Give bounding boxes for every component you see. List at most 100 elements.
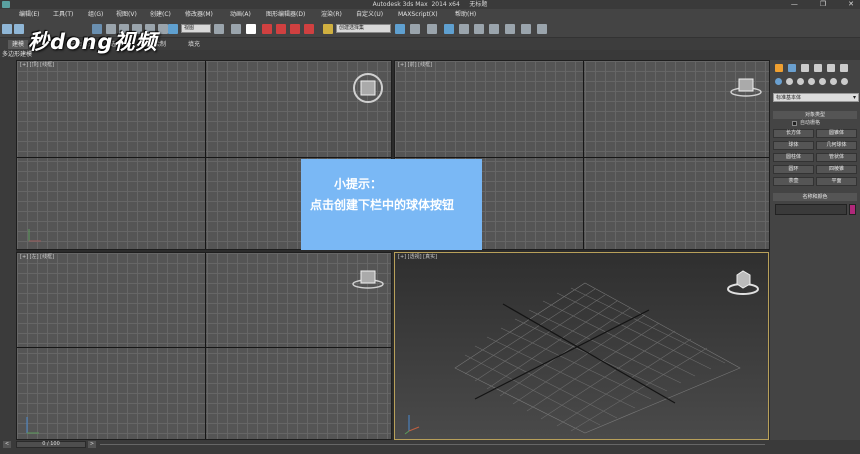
tab-modeling[interactable]: 建模: [8, 40, 29, 49]
hierarchy-tab-icon[interactable]: [801, 64, 809, 72]
menu-views[interactable]: 视图(V): [116, 9, 137, 21]
autogrid-label: 自动栅格: [800, 120, 821, 126]
grid-axis-z: [205, 253, 206, 439]
layer-icon[interactable]: [427, 24, 437, 34]
snap-3d-icon[interactable]: [262, 24, 272, 34]
render-setup-icon[interactable]: [505, 24, 515, 34]
edit-named-sel-icon[interactable]: [323, 24, 333, 34]
viewcube-left-icon[interactable]: [351, 267, 385, 291]
menu-group[interactable]: 组(G): [88, 9, 103, 21]
time-slider-prev[interactable]: <: [3, 441, 11, 448]
primitive-type-select[interactable]: 标准基本体 ▾: [773, 93, 859, 102]
viewcube-top-icon[interactable]: [351, 71, 385, 105]
spinner-snap-icon[interactable]: [304, 24, 314, 34]
schematic-icon[interactable]: [474, 24, 484, 34]
cone-button[interactable]: 圆锥体: [816, 129, 857, 138]
viewport-top-label[interactable]: [+] [顶] [线框]: [20, 62, 54, 69]
align-icon[interactable]: [410, 24, 420, 34]
angle-snap-icon[interactable]: [276, 24, 286, 34]
object-type-rollout[interactable]: 对象类型: [773, 111, 857, 119]
geometry-icon[interactable]: [775, 78, 782, 85]
scale-icon[interactable]: [168, 24, 178, 34]
time-slider[interactable]: 0 / 100: [16, 441, 86, 448]
lights-icon[interactable]: [797, 78, 804, 85]
rotate-icon[interactable]: [158, 24, 168, 34]
named-selection-select[interactable]: 创建选择集: [336, 24, 391, 33]
name-color-rollout[interactable]: 名称和颜色: [773, 193, 857, 201]
redo-icon[interactable]: [14, 24, 24, 34]
axis-tripod-icon: [28, 229, 41, 242]
viewport-front-label[interactable]: [+] [前] [线框]: [398, 62, 432, 69]
geosphere-button[interactable]: 几何球体: [816, 141, 857, 150]
menu-maxscript[interactable]: MAXScript(X): [398, 9, 438, 21]
teapot-button[interactable]: 茶壶: [773, 177, 814, 186]
viewcube-perspective-icon[interactable]: [725, 267, 761, 297]
menu-modifiers[interactable]: 修改器(M): [185, 9, 213, 21]
restore-button[interactable]: ❐: [820, 0, 826, 9]
watermark-logo: 秒dong视频: [28, 30, 158, 54]
manipulate-icon[interactable]: [246, 24, 256, 34]
helpers-icon[interactable]: [819, 78, 826, 85]
tube-button[interactable]: 管状体: [816, 153, 857, 162]
menu-help[interactable]: 帮助(H): [455, 9, 476, 21]
render-icon[interactable]: [537, 24, 547, 34]
viewcube-front-icon[interactable]: [729, 75, 763, 99]
material-editor-icon[interactable]: [489, 24, 499, 34]
close-button[interactable]: ✕: [848, 0, 854, 9]
autogrid-checkbox[interactable]: [792, 121, 797, 126]
cylinder-button[interactable]: 圆柱体: [773, 153, 814, 162]
menu-animation[interactable]: 动画(A): [230, 9, 251, 21]
torus-button[interactable]: 圆环: [773, 165, 814, 174]
primitive-type-value: 标准基本体: [776, 95, 802, 101]
undo-icon[interactable]: [2, 24, 12, 34]
menu-edit[interactable]: 编辑(E): [19, 9, 39, 21]
viewport-perspective[interactable]: [+] [透视] [真实]: [394, 252, 769, 440]
percent-snap-icon[interactable]: [290, 24, 300, 34]
modify-tab-icon[interactable]: [788, 64, 796, 72]
menu-bar: 编辑(E) 工具(T) 组(G) 视图(V) 创建(C) 修改器(M) 动画(A…: [0, 9, 860, 21]
shapes-icon[interactable]: [786, 78, 793, 85]
perspective-grid: [454, 282, 741, 434]
object-name-input[interactable]: [775, 204, 847, 215]
command-panel-tabs: [772, 62, 858, 74]
time-slider-next[interactable]: >: [88, 441, 96, 448]
systems-icon[interactable]: [841, 78, 848, 85]
motion-tab-icon[interactable]: [814, 64, 822, 72]
status-bar: < 0 / 100 >: [0, 440, 860, 454]
left-strip: [0, 60, 16, 440]
graphite-icon[interactable]: [444, 24, 454, 34]
object-color-swatch[interactable]: [849, 204, 856, 215]
tab-populate[interactable]: 填充: [184, 40, 204, 49]
pyramid-button[interactable]: 四棱锥: [816, 165, 857, 174]
tip-text: 点击创建下栏中的球体按钮: [310, 198, 455, 212]
minimize-button[interactable]: —: [791, 0, 798, 9]
menu-create[interactable]: 创建(C): [150, 9, 171, 21]
grid-axis-z: [583, 61, 584, 249]
box-button[interactable]: 长方体: [773, 129, 814, 138]
axis-tripod-icon: [404, 415, 420, 435]
tip-box: 小提示： 点击创建下栏中的球体按钮: [301, 159, 482, 250]
tip-title: 小提示：: [334, 177, 383, 191]
create-categories: [772, 76, 858, 88]
viewport-left[interactable]: [+] [左] [线框]: [16, 252, 392, 440]
display-tab-icon[interactable]: [827, 64, 835, 72]
chevron-down-icon: ▾: [852, 94, 856, 101]
space-warps-icon[interactable]: [830, 78, 837, 85]
pivot-icon[interactable]: [214, 24, 224, 34]
mirror-icon[interactable]: [395, 24, 405, 34]
render-frame-icon[interactable]: [521, 24, 531, 34]
move-icon[interactable]: [231, 24, 241, 34]
menu-rendering[interactable]: 渲染(R): [321, 9, 342, 21]
menu-customize[interactable]: 自定义(U): [356, 9, 383, 21]
timeline-track[interactable]: [100, 444, 765, 445]
sphere-button[interactable]: 球体: [773, 141, 814, 150]
cameras-icon[interactable]: [808, 78, 815, 85]
curve-editor-icon[interactable]: [459, 24, 469, 34]
plane-button[interactable]: 平面: [816, 177, 857, 186]
menu-tools[interactable]: 工具(T): [53, 9, 73, 21]
reference-coord-select[interactable]: 视图: [181, 24, 211, 33]
menu-graph-editors[interactable]: 图形编辑器(D): [266, 9, 305, 21]
viewport-left-label[interactable]: [+] [左] [线框]: [20, 254, 54, 261]
create-tab-icon[interactable]: [775, 64, 783, 72]
utilities-tab-icon[interactable]: [840, 64, 848, 72]
